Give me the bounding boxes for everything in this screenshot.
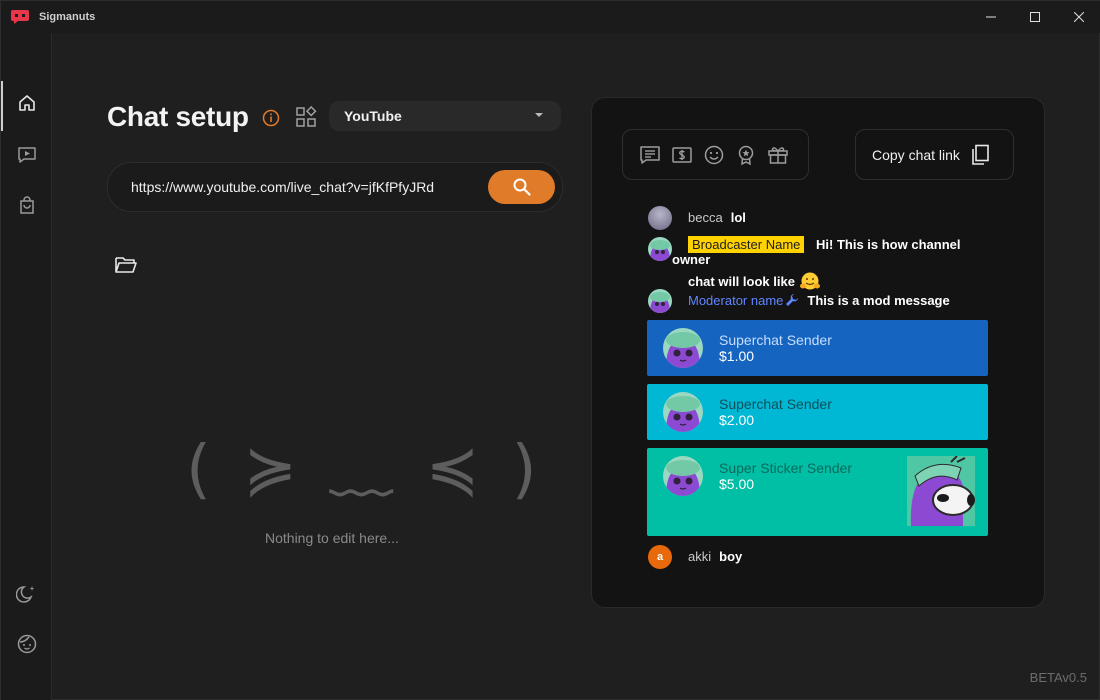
chat-message: becca lol: [648, 206, 746, 230]
avatar: [648, 206, 672, 230]
app-window: Sigmanuts Chat setup YouTube https://www…: [0, 0, 1100, 700]
award-icon: [738, 145, 754, 165]
window-controls: [969, 1, 1100, 33]
info-icon[interactable]: [262, 109, 280, 127]
face-icon: [17, 634, 36, 654]
chat-filter-button[interactable]: [639, 144, 661, 166]
message-text: boy: [719, 549, 743, 564]
superchat-filter-button[interactable]: [671, 144, 693, 166]
sidebar-item-home[interactable]: [1, 81, 52, 131]
dollar-icon: [672, 146, 692, 163]
message-filter-group: [622, 129, 809, 180]
avatar: [663, 392, 703, 432]
video-chat-icon: [17, 147, 36, 163]
copy-icon: [970, 144, 990, 166]
chat-icon: [640, 145, 660, 164]
avatar: a: [648, 545, 672, 569]
gift-filter-button[interactable]: [767, 144, 789, 166]
superchat-sender: Superchat Sender: [719, 396, 832, 412]
maximize-button[interactable]: [1013, 1, 1057, 33]
chat-message: Broadcaster Name Hi! This is how channel…: [648, 236, 972, 291]
empty-state-face: ( ≽ ﹏ ≼ ): [186, 433, 543, 507]
broadcaster-name-badge: Broadcaster Name: [688, 236, 805, 253]
chat-message: a akki boy: [648, 545, 742, 569]
superchat-amount: $5.00: [719, 476, 755, 492]
title-bar: Sigmanuts: [1, 1, 1100, 33]
sidebar: [1, 33, 52, 700]
message-author: becca: [688, 210, 723, 225]
copy-chat-link-label: Copy chat link: [872, 146, 960, 163]
sidebar-item-store[interactable]: [1, 183, 52, 227]
minimize-icon: [986, 16, 996, 18]
emoji-filter-button[interactable]: [703, 144, 725, 166]
version-label: BETAv0.5: [1029, 670, 1087, 685]
superchat-sender: Superchat Sender: [719, 332, 832, 348]
app-logo-icon: [11, 10, 29, 24]
search-icon: [513, 178, 531, 196]
avatar: [648, 237, 672, 261]
hug-emoji-icon: [799, 272, 820, 290]
member-filter-button[interactable]: [735, 144, 757, 166]
superchat-card: Superchat Sender $1.00: [647, 320, 988, 376]
superchat-amount: $1.00: [719, 348, 755, 364]
close-button[interactable]: [1057, 1, 1100, 33]
superchat-amount: $2.00: [719, 412, 755, 428]
chat-message: Moderator name This is a mod message: [648, 289, 950, 313]
app-title: Sigmanuts: [39, 11, 96, 23]
shopping-bag-icon: [19, 196, 34, 214]
moon-icon: [15, 586, 34, 603]
theme-toggle[interactable]: [1, 572, 52, 616]
copy-chat-link-button[interactable]: Copy chat link: [855, 129, 1014, 180]
message-text-continued: chat will look like: [688, 274, 795, 289]
message-text: lol: [730, 210, 746, 225]
superchat-sender: Super Sticker Sender: [719, 460, 853, 476]
moderator-name: Moderator name: [688, 293, 784, 308]
minimize-button[interactable]: [969, 1, 1013, 33]
chat-preview-panel: Copy chat link becca lol Broadcaster Nam…: [591, 97, 1045, 608]
search-button[interactable]: [488, 170, 555, 204]
superchat-card: Superchat Sender $2.00: [647, 384, 988, 440]
home-icon: [18, 95, 35, 111]
sticker-image: [907, 456, 975, 526]
avatar: [663, 328, 703, 368]
url-input[interactable]: [131, 179, 471, 195]
folder-open-icon[interactable]: [115, 256, 137, 274]
wrench-icon: [786, 294, 799, 306]
message-author: akki: [688, 549, 712, 564]
avatar: [663, 456, 703, 496]
sidebar-item-video[interactable]: [1, 133, 52, 177]
main-content: Chat setup YouTube ( ≽ ﹏ ≼ ) Nothing to …: [53, 33, 1099, 699]
url-bar: [107, 162, 563, 212]
platform-select[interactable]: YouTube: [329, 101, 561, 131]
message-text: This is a mod message: [807, 293, 950, 308]
gift-icon: [768, 146, 788, 164]
maximize-icon: [1030, 12, 1040, 22]
platform-value: YouTube: [344, 108, 402, 124]
chevron-down-icon: [535, 113, 543, 117]
avatar: [648, 289, 672, 313]
smile-icon: [704, 145, 724, 164]
super-sticker-card: Super Sticker Sender $5.00: [647, 448, 988, 536]
widgets-icon[interactable]: [295, 106, 317, 128]
close-icon: [1074, 12, 1084, 22]
empty-state-text: Nothing to edit here...: [265, 530, 399, 546]
profile-button[interactable]: [1, 622, 52, 666]
page-title: Chat setup: [107, 101, 249, 132]
